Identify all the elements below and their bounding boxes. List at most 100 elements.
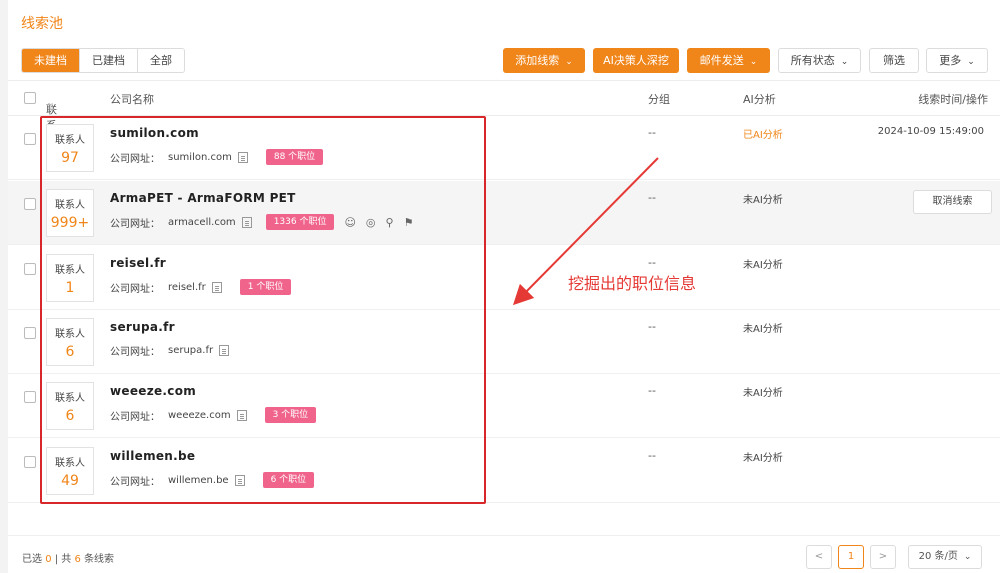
ai-decision-maker-button[interactable]: AI决策人深挖 <box>593 48 679 73</box>
table-row[interactable]: 联系人 6 weeeze.com 公司网址： weeeze.com 3 个职位 … <box>8 374 1000 438</box>
company-site: 公司网址： serupa.fr <box>110 343 230 358</box>
jobs-badge[interactable]: 6 个职位 <box>262 472 315 488</box>
site-label: 公司网址： <box>110 411 160 423</box>
company-site: 公司网址： armacell.com 1336 个职位 ☺ ◎ ⚲ ⚑ <box>110 214 413 230</box>
contact-label: 联系人 <box>55 200 85 211</box>
document-icon[interactable] <box>241 216 252 228</box>
jobs-badge[interactable]: 1336 个职位 <box>265 214 335 230</box>
site-label: 公司网址： <box>110 283 160 295</box>
send-mail-button[interactable]: 邮件发送 ⌄ <box>687 48 770 73</box>
company-site: 公司网址： weeeze.com 3 个职位 <box>110 407 317 423</box>
site-label: 公司网址： <box>110 476 160 488</box>
table-row[interactable]: 联系人 6 serupa.fr 公司网址： serupa.fr -- 未AI分析 <box>8 310 1000 374</box>
site-label: 公司网址： <box>110 153 160 165</box>
header-company: 公司名称 <box>110 93 154 106</box>
contact-count[interactable]: 联系人 6 <box>46 318 94 366</box>
company-name[interactable]: serupa.fr <box>110 320 175 334</box>
site-url[interactable]: sumilon.com <box>168 152 232 163</box>
ai-status: 已AI分析 <box>743 130 783 141</box>
cancel-lead-button[interactable]: 取消线索 <box>913 190 992 214</box>
site-url[interactable]: weeeze.com <box>168 410 231 421</box>
tab-unarchived[interactable]: 未建档 <box>22 49 79 72</box>
contact-count[interactable]: 联系人 97 <box>46 124 94 172</box>
document-icon[interactable] <box>237 151 248 163</box>
page-1-button[interactable]: 1 <box>838 545 864 569</box>
filter-button[interactable]: 筛选 <box>869 48 919 73</box>
company-name[interactable]: ArmaPET - ArmaFORM PET <box>110 191 296 205</box>
company-site: 公司网址： sumilon.com 88 个职位 <box>110 149 324 165</box>
ai-status: 未AI分析 <box>743 453 783 464</box>
page-size-value: 20 条/页 <box>918 551 958 562</box>
chat-icon[interactable]: ☺ <box>344 216 355 229</box>
selection-summary: 已选 0 | 共 6 条线索 <box>22 550 114 565</box>
row-checkbox[interactable] <box>24 133 36 145</box>
company-name[interactable]: sumilon.com <box>110 126 199 140</box>
contact-label: 联系人 <box>55 265 85 276</box>
document-icon[interactable] <box>236 409 247 421</box>
chevron-down-icon: ⌄ <box>749 57 758 67</box>
user-search-icon[interactable]: ⚲ <box>386 216 394 229</box>
document-icon[interactable] <box>219 345 230 356</box>
group-value: -- <box>648 126 656 139</box>
site-url[interactable]: armacell.com <box>168 217 236 228</box>
header-group: 分组 <box>648 93 670 106</box>
tag-icon[interactable]: ⚑ <box>404 216 414 229</box>
total-prefix: | 共 <box>54 554 72 565</box>
row-checkbox[interactable] <box>24 456 36 468</box>
row-checkbox[interactable] <box>24 327 36 339</box>
ai-status: 未AI分析 <box>743 195 783 206</box>
jobs-badge[interactable]: 88 个职位 <box>265 149 324 165</box>
contact-count[interactable]: 联系人 6 <box>46 382 94 430</box>
contact-label: 联系人 <box>55 393 85 404</box>
contact-count[interactable]: 联系人 999+ <box>46 189 94 237</box>
site-url[interactable]: serupa.fr <box>168 345 213 356</box>
table-header: 联系人 ⇅ 公司名称 分组 AI分析 线索时间/操作 <box>8 80 1000 148</box>
company-site: 公司网址： reisel.fr 1 个职位 <box>110 279 292 295</box>
add-lead-button[interactable]: 添加线索 ⌄ <box>503 48 585 73</box>
selected-count: 0 <box>45 554 52 565</box>
page-size-select[interactable]: 20 条/页 ⌄ <box>908 545 982 569</box>
table-row[interactable]: 联系人 49 willemen.be 公司网址： willemen.be 6 个… <box>8 439 1000 503</box>
header-time: 线索时间/操作 <box>918 93 988 106</box>
group-value: -- <box>648 449 656 462</box>
more-button[interactable]: 更多 ⌄ <box>926 48 988 73</box>
row-checkbox[interactable] <box>24 391 36 403</box>
document-icon[interactable] <box>234 474 245 486</box>
ai-status: 未AI分析 <box>743 260 783 271</box>
chevron-down-icon: ⌄ <box>967 57 975 67</box>
contact-label: 联系人 <box>55 329 85 340</box>
annotation-text: 挖掘出的职位信息 <box>568 274 697 293</box>
contact-label: 联系人 <box>55 458 85 469</box>
contact-number: 999+ <box>50 215 90 231</box>
contact-number: 6 <box>65 344 75 360</box>
row-checkbox[interactable] <box>24 263 36 275</box>
group-value: -- <box>648 320 656 333</box>
status-select[interactable]: 所有状态 ⌄ <box>778 48 861 73</box>
company-name[interactable]: reisel.fr <box>110 256 166 270</box>
jobs-badge[interactable]: 3 个职位 <box>264 407 317 423</box>
company-name[interactable]: weeeze.com <box>110 384 196 398</box>
company-name[interactable]: willemen.be <box>110 449 195 463</box>
prev-page-button[interactable]: < <box>806 545 832 569</box>
site-url[interactable]: willemen.be <box>168 475 229 486</box>
chevron-down-icon: ⌄ <box>840 57 849 67</box>
chevron-down-icon: ⌄ <box>565 57 573 67</box>
select-all-checkbox[interactable] <box>24 92 36 104</box>
site-url[interactable]: reisel.fr <box>168 282 206 293</box>
contact-number: 1 <box>65 280 75 296</box>
more-label: 更多 <box>939 54 962 67</box>
tab-archived[interactable]: 已建档 <box>79 49 137 72</box>
contact-number: 6 <box>65 408 75 424</box>
document-icon[interactable] <box>211 281 222 293</box>
contact-count[interactable]: 联系人 1 <box>46 254 94 302</box>
ai-status: 未AI分析 <box>743 388 783 399</box>
header-ai: AI分析 <box>743 93 776 106</box>
sort-icon: ⇅ <box>46 101 56 114</box>
row-checkbox[interactable] <box>24 198 36 210</box>
next-page-button[interactable]: > <box>870 545 896 569</box>
contact-count[interactable]: 联系人 49 <box>46 447 94 495</box>
jobs-badge[interactable]: 1 个职位 <box>239 279 292 295</box>
target-icon[interactable]: ◎ <box>366 216 376 229</box>
company-site: 公司网址： willemen.be 6 个职位 <box>110 472 315 488</box>
tab-all[interactable]: 全部 <box>137 49 184 72</box>
